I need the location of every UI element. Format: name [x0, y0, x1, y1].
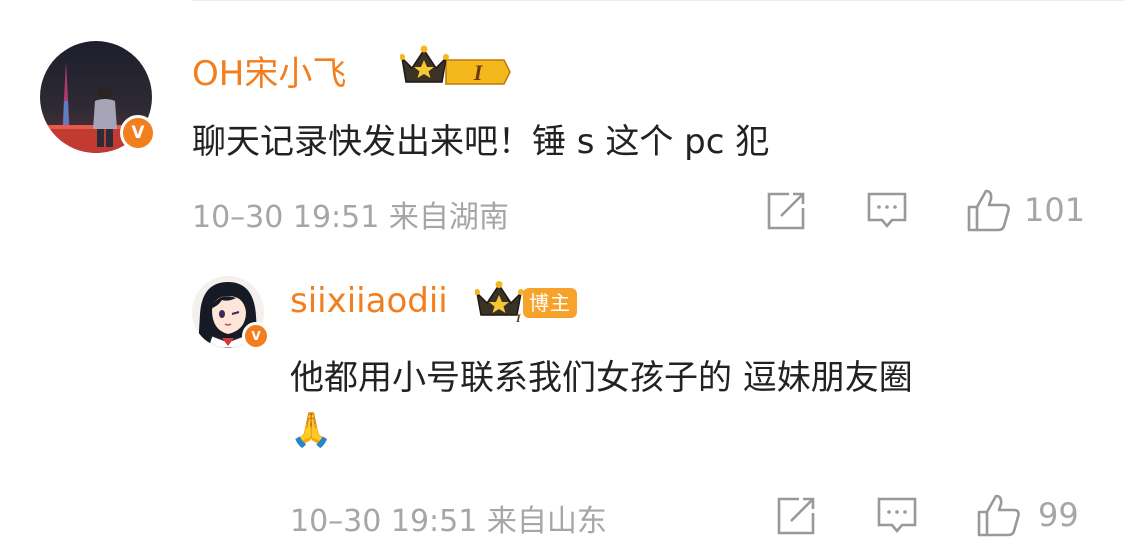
comment-button[interactable]	[876, 495, 918, 537]
comment-button[interactable]	[866, 190, 908, 232]
like-icon	[967, 189, 1010, 232]
member-level-badge-icon[interactable]: I	[474, 281, 527, 325]
timestamp: 10–30 19:51 来自湖南	[192, 192, 509, 236]
comment-time: 10–30 19:51	[192, 200, 380, 235]
emoji: 🙏	[290, 410, 333, 450]
like-count: 101	[1024, 191, 1086, 229]
comment-location: 来自山东	[486, 504, 607, 539]
avatar[interactable]: V	[192, 276, 270, 350]
comment-text: 他都用小号联系我们女孩子的 逗妹朋友圈	[290, 358, 913, 398]
blogger-tag: 博主	[523, 288, 577, 318]
username[interactable]: OH宋小飞	[192, 46, 346, 95]
comment-icon	[877, 497, 917, 534]
like-button[interactable]: 101	[966, 187, 1085, 233]
like-button[interactable]: 99	[976, 492, 1079, 538]
level-label: I	[515, 311, 522, 323]
share-icon	[777, 497, 815, 535]
member-level-badge-icon[interactable]: I	[399, 44, 512, 86]
timestamp: 10–30 19:51 来自山东	[290, 496, 607, 540]
comment-time: 10–30 19:51	[290, 504, 478, 539]
top-divider	[192, 0, 1125, 1]
comment-text: 聊天记录快发出来吧！锤 s 这个 pc 犯	[192, 122, 770, 162]
like-count: 99	[1038, 496, 1079, 534]
avatar[interactable]: V	[40, 41, 156, 153]
comment-icon	[867, 192, 907, 229]
username[interactable]: siixiiaodii	[290, 281, 448, 321]
share-button[interactable]	[765, 190, 807, 232]
share-button[interactable]	[775, 495, 817, 537]
comment-location: 来自湖南	[388, 200, 509, 235]
like-icon	[977, 494, 1020, 537]
share-icon	[767, 192, 805, 230]
level-label: I	[473, 60, 484, 85]
verified-badge-icon: V	[242, 322, 270, 350]
verified-badge-icon: V	[120, 115, 156, 151]
